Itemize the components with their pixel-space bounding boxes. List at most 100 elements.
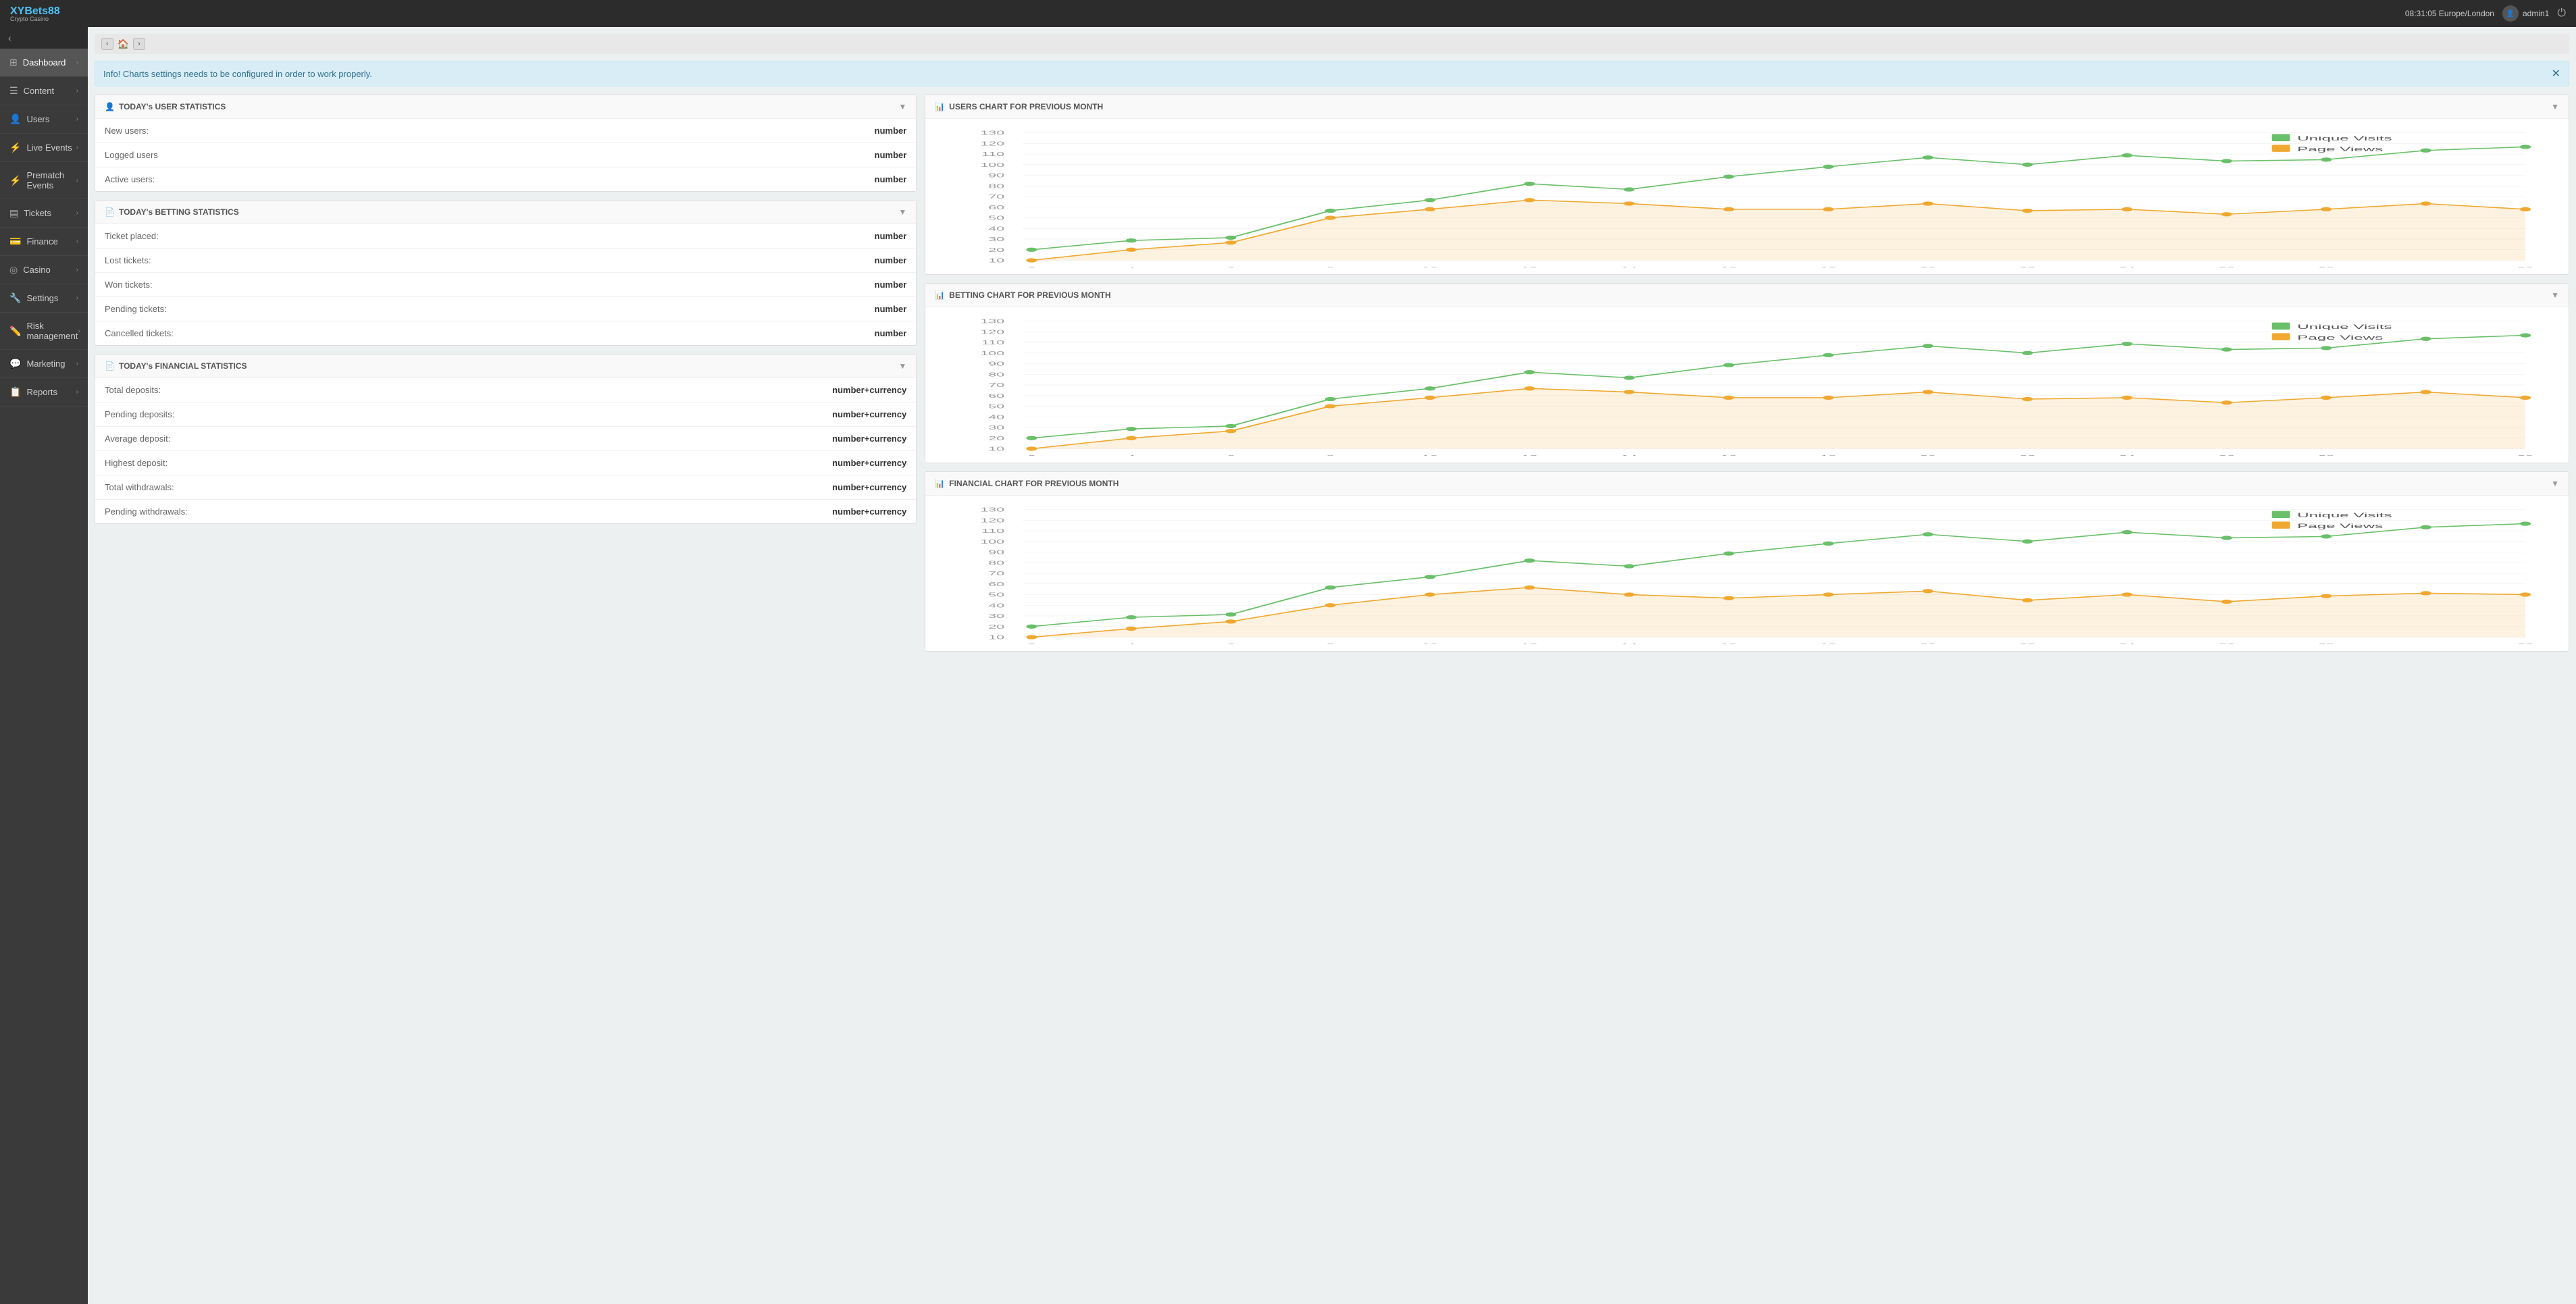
svg-text:70: 70 (989, 194, 1005, 200)
info-banner-text: Info! Charts settings needs to be config… (103, 69, 372, 79)
svg-text:10: 10 (1422, 643, 1439, 644)
betting-stat-row-3: Pending tickets: number (95, 297, 916, 321)
svg-text:90: 90 (989, 549, 1005, 555)
financial-stat-row-3: Highest deposit: number+currency (95, 451, 916, 475)
svg-text:24: 24 (2119, 454, 2136, 456)
topbar-logout-icon[interactable]: ⏻ (2557, 7, 2566, 20)
sidebar-label-users: Users (26, 114, 49, 124)
betting-stat-label-2: Won tickets: (105, 280, 153, 290)
svg-text:14: 14 (1622, 643, 1638, 644)
svg-text:120: 120 (981, 517, 1005, 523)
sidebar-arrow-live-events: › (76, 144, 78, 151)
breadcrumb-home-icon[interactable]: 🏠 (118, 38, 129, 50)
svg-text:Unique Visits: Unique Visits (2298, 323, 2392, 330)
user-stat-row-2: Active users: number (95, 167, 916, 191)
content-icon: ☰ (9, 85, 18, 97)
svg-text:12: 12 (1522, 454, 1538, 456)
info-banner: Info! Charts settings needs to be config… (95, 61, 2569, 86)
financial-stat-label-2: Average deposit: (105, 434, 170, 444)
user-stat-label-1: Logged users (105, 150, 158, 160)
betting-stats-icon: 📄 (105, 207, 115, 217)
reports-icon: 📋 (9, 386, 21, 398)
betting-chart-collapse[interactable]: ▼ (2551, 290, 2559, 300)
user-stats-collapse[interactable]: ▼ (898, 102, 906, 111)
user-stat-value-2: number (875, 174, 907, 184)
svg-text:90: 90 (989, 361, 1005, 367)
topbar-right: 08:31:05 Europe/London 👤 admin1 ⏻ (2405, 5, 2566, 22)
breadcrumb-forward-button[interactable]: › (133, 38, 145, 50)
sidebar-arrow-prematch-events: › (76, 177, 78, 184)
svg-text:8: 8 (1326, 643, 1335, 644)
sidebar-label-live-events: Live Events (26, 142, 72, 153)
topbar: XYBets88 Crypto Casino 08:31:05 Europe/L… (0, 0, 2576, 27)
svg-text:100: 100 (981, 162, 1005, 168)
financial-stat-row-2: Average deposit: number+currency (95, 427, 916, 451)
betting-stat-value-4: number (875, 328, 907, 338)
breadcrumb-back-button[interactable]: ‹ (101, 38, 113, 50)
svg-text:110: 110 (981, 340, 1004, 346)
sidebar-item-marketing[interactable]: 💬 Marketing › (0, 350, 88, 378)
svg-text:90: 90 (989, 172, 1005, 178)
svg-text:120: 120 (981, 140, 1005, 147)
svg-text:22: 22 (2019, 643, 2036, 644)
sidebar-item-live-events[interactable]: ⚡ Live Events › (0, 134, 88, 162)
financial-chart-svg: 130 120 110 100 90 80 70 60 50 40 30 20 (932, 502, 2562, 644)
sidebar-item-tickets[interactable]: ▤ Tickets › (0, 199, 88, 228)
svg-text:16: 16 (1721, 454, 1737, 456)
topbar-time: 08:31:05 Europe/London (2405, 9, 2494, 18)
betting-chart-card: 📊 BETTING CHART FOR PREVIOUS MONTH ▼ (925, 283, 2569, 463)
financial-stats-icon: 📄 (105, 361, 115, 371)
users-chart-area: 130 120 110 100 90 80 70 60 50 40 30 20 (925, 119, 2569, 274)
betting-stats-collapse[interactable]: ▼ (898, 207, 906, 217)
svg-text:30: 30 (989, 236, 1005, 242)
svg-text:80: 80 (989, 560, 1005, 566)
betting-chart-area: 130 120 110 100 90 80 70 60 50 40 30 20 (925, 307, 2569, 463)
financial-chart-area: 130 120 110 100 90 80 70 60 50 40 30 20 (925, 496, 2569, 651)
sidebar-item-content[interactable]: ☰ Content › (0, 77, 88, 105)
betting-stat-label-4: Cancelled tickets: (105, 328, 174, 338)
financial-stat-value-1: number+currency (832, 409, 906, 419)
financial-stats-collapse[interactable]: ▼ (898, 361, 906, 371)
financial-chart-collapse[interactable]: ▼ (2551, 479, 2559, 488)
logo-text: XYBets88 (10, 5, 60, 17)
live-events-icon: ⚡ (9, 142, 21, 153)
svg-text:Unique Visits: Unique Visits (2298, 134, 2392, 142)
user-stat-row-0: New users: number (95, 119, 916, 143)
sidebar-item-reports[interactable]: 📋 Reports › (0, 378, 88, 407)
info-banner-close[interactable]: ✕ (2552, 67, 2560, 80)
sidebar-item-risk-management[interactable]: ✏️ Risk management › (0, 313, 88, 350)
svg-text:22: 22 (2019, 266, 2036, 267)
financial-chart-header: 📊 FINANCIAL CHART FOR PREVIOUS MONTH ▼ (925, 472, 2569, 496)
main-content: ‹ 🏠 › Info! Charts settings needs to be … (88, 27, 2576, 667)
sidebar-item-users[interactable]: 👤 Users › (0, 105, 88, 134)
sidebar-item-dashboard[interactable]: ⊞ Dashboard › (0, 49, 88, 77)
sidebar-item-prematch-events[interactable]: ⚡ Prematch Events › (0, 162, 88, 199)
sidebar-item-finance[interactable]: 💳 Finance › (0, 228, 88, 256)
svg-text:60: 60 (989, 205, 1005, 211)
avatar: 👤 (2502, 5, 2519, 22)
sidebar-item-casino[interactable]: ◎ Casino › (0, 256, 88, 284)
svg-text:10: 10 (989, 446, 1005, 452)
financial-stat-row-1: Pending deposits: number+currency (95, 402, 916, 427)
svg-text:28: 28 (2319, 643, 2335, 644)
svg-text:16: 16 (1721, 643, 1737, 644)
betting-stat-label-1: Lost tickets: (105, 255, 151, 265)
betting-chart-svg: 130 120 110 100 90 80 70 60 50 40 30 20 (932, 314, 2562, 456)
financial-stat-label-0: Total deposits: (105, 385, 161, 395)
users-chart-collapse[interactable]: ▼ (2551, 102, 2559, 111)
svg-text:30: 30 (2517, 643, 2533, 644)
svg-text:4: 4 (1127, 266, 1135, 267)
tickets-icon: ▤ (9, 207, 18, 219)
svg-text:18: 18 (1820, 643, 1836, 644)
betting-stat-row-2: Won tickets: number (95, 273, 916, 297)
betting-stat-value-1: number (875, 255, 907, 265)
sidebar-arrow-dashboard: › (76, 59, 78, 66)
betting-stat-value-2: number (875, 280, 907, 290)
svg-text:120: 120 (981, 329, 1005, 335)
sidebar-collapse-button[interactable]: ‹ (0, 27, 88, 49)
user-stat-row-1: Logged users number (95, 143, 916, 167)
user-stat-label-0: New users: (105, 126, 149, 136)
financial-stat-value-5: number+currency (832, 506, 906, 517)
sidebar-item-settings[interactable]: 🔧 Settings › (0, 284, 88, 313)
svg-text:110: 110 (981, 528, 1004, 534)
